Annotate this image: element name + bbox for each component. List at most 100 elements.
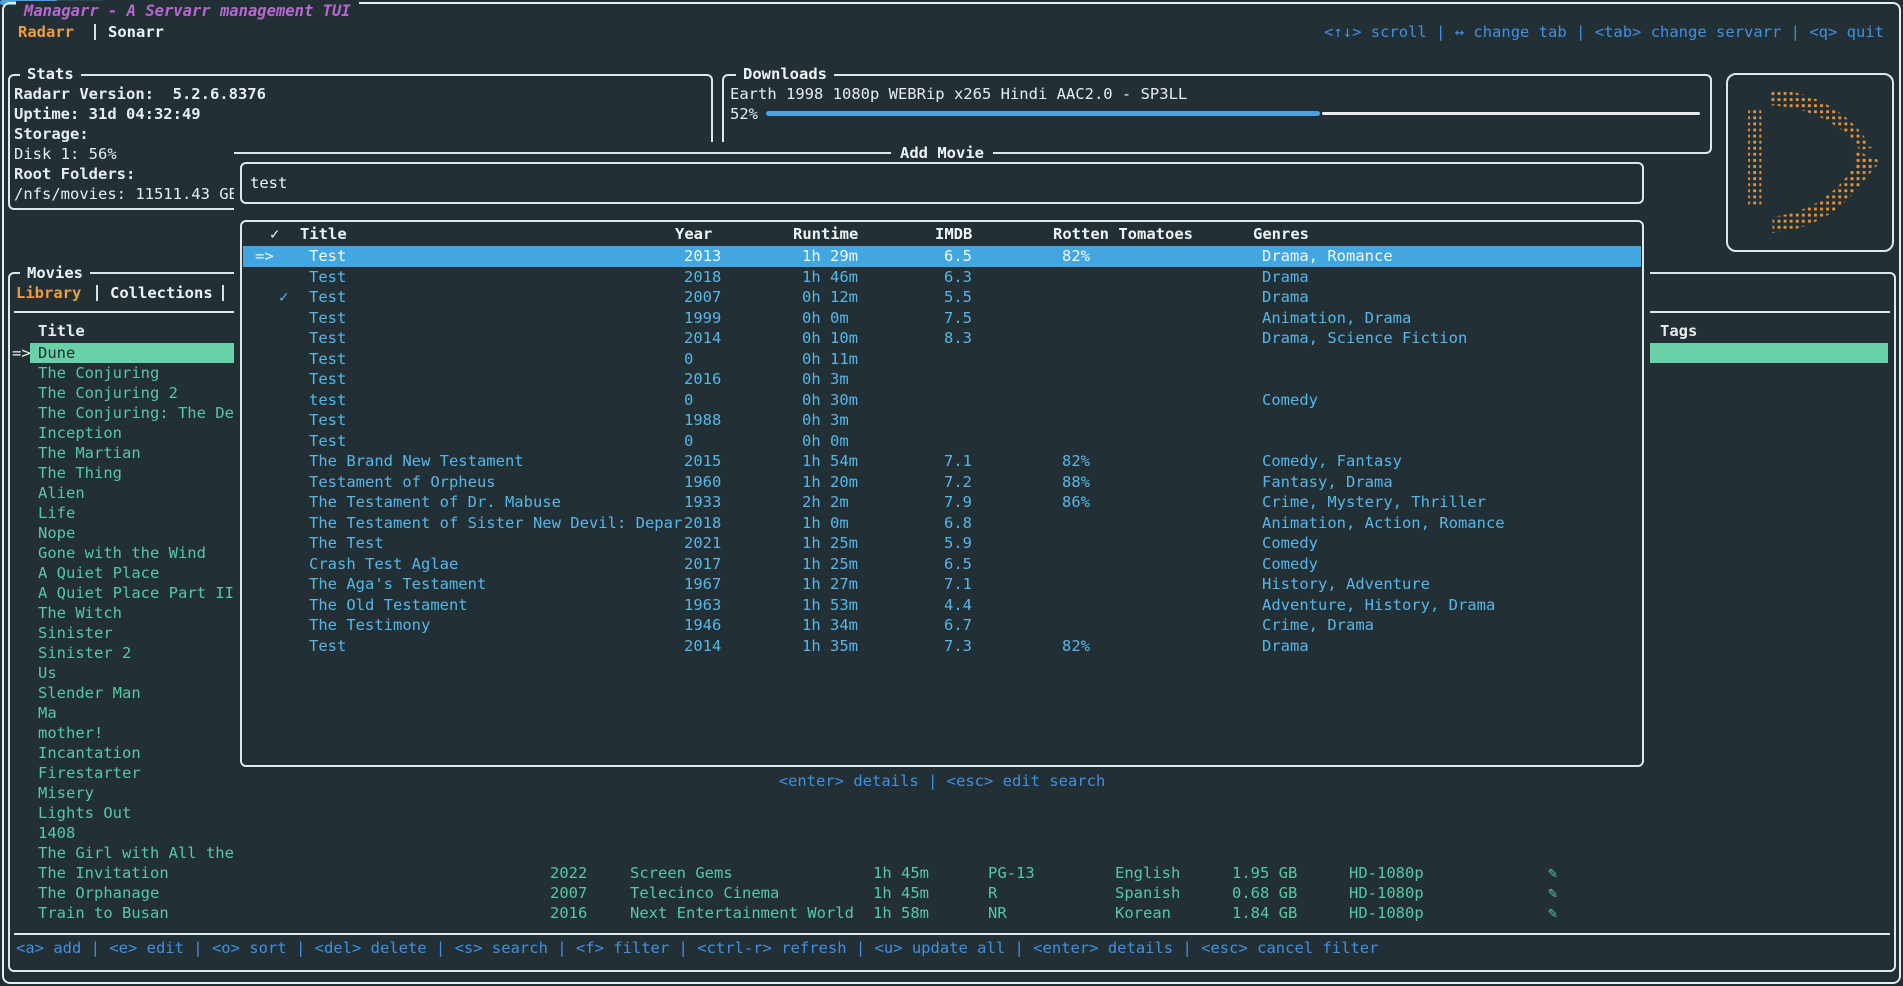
movie-title: Lights Out [38,803,131,823]
movie-title: Ma [38,703,57,723]
movie-title: The Martian [38,443,141,463]
result-row[interactable]: The Testament of Dr. Mabuse19332h 2m7.98… [243,492,1641,513]
result-row[interactable]: Test19990h 0m7.5Animation, Drama [243,308,1641,329]
movie-studio-cell: Screen Gems [630,863,733,883]
edit-pencil-icon[interactable]: ✎ [1548,903,1557,923]
result-year: 2021 [684,533,721,553]
result-year: 2014 [684,328,721,348]
tab-radarr[interactable]: Radarr [18,22,74,42]
result-genres: Comedy [1262,533,1318,553]
movie-language-cell: English [1115,863,1180,883]
result-imdb: 6.3 [944,267,972,287]
result-row[interactable]: Test20160h 3m [243,369,1641,390]
result-runtime: 1h 20m [802,472,858,492]
result-title: The Testament of Dr. Mabuse [309,492,561,512]
result-genres: Adventure, History, Drama [1262,595,1495,615]
result-row[interactable]: Test00h 0m [243,431,1641,452]
edit-pencil-icon[interactable]: ✎ [1548,863,1557,883]
movie-rating-cell: PG-13 [988,863,1035,883]
result-row[interactable]: The Test20211h 25m5.9Comedy [243,533,1641,554]
movie-title: The Girl with All the [38,843,234,863]
movie-title: The Conjuring [38,363,159,383]
movie-title: The Thing [38,463,122,483]
result-title: The Aga's Testament [309,574,486,594]
movie-language-cell: Spanish [1115,883,1180,903]
movie-title: Us [38,663,57,683]
result-title: Test [309,328,346,348]
result-row[interactable]: Test20141h 35m7.382%Drama [243,636,1641,657]
result-imdb: 6.5 [944,246,972,266]
result-title: Test [309,246,346,266]
result-rotten-tomatoes: 88% [1062,472,1090,492]
result-row[interactable]: ✓Test20070h 12m5.5Drama [243,287,1641,308]
movie-title: Alien [38,483,85,503]
result-year: 0 [684,431,693,451]
movie-title: 1408 [38,823,75,843]
movie-title: Sinister 2 [38,643,131,663]
result-row[interactable]: =>Test20131h 29m6.582%Drama, Romance [243,246,1641,267]
result-runtime: 2h 2m [802,492,849,512]
movie-runtime-cell: 1h 58m [873,903,929,923]
result-row[interactable]: Crash Test Aglae20171h 25m6.5Comedy [243,554,1641,575]
result-title: The Brand New Testament [309,451,524,471]
tab-divider [94,24,96,40]
movie-title: mother! [38,723,103,743]
result-rotten-tomatoes: 86% [1062,492,1090,512]
result-row[interactable]: Test20140h 10m8.3Drama, Science Fiction [243,328,1641,349]
result-runtime: 0h 3m [802,410,849,430]
app-title: Managarr - A Servarr management TUI [16,1,359,21]
result-row[interactable]: The Testament of Sister New Devil: Depar… [243,513,1641,534]
result-rotten-tomatoes: 82% [1062,451,1090,471]
movie-title: The Invitation [38,863,169,883]
movie-size-cell: 1.84 GB [1232,903,1297,923]
movie-title: Nope [38,523,75,543]
library-list-item[interactable]: The Orphanage [0,883,1903,903]
movie-year-cell: 2007 [550,883,587,903]
result-runtime: 1h 25m [802,533,858,553]
search-results-rows: =>Test20131h 29m6.582%Drama, RomanceTest… [234,142,1650,862]
result-year: 1988 [684,410,721,430]
movie-title: The Orphanage [38,883,159,903]
movie-language-cell: Korean [1115,903,1171,923]
result-year: 1963 [684,595,721,615]
result-year: 0 [684,349,693,369]
tab-sonarr[interactable]: Sonarr [108,22,164,42]
result-row[interactable]: The Brand New Testament20151h 54m7.182%C… [243,451,1641,472]
result-imdb: 6.7 [944,615,972,635]
result-runtime: 0h 0m [802,308,849,328]
movie-title: Sinister [38,623,113,643]
result-rotten-tomatoes: 82% [1062,636,1090,656]
result-title: The Old Testament [309,595,468,615]
result-row[interactable]: The Aga's Testament19671h 27m7.1History,… [243,574,1641,595]
edit-pencil-icon[interactable]: ✎ [1548,883,1557,903]
result-genres: Fantasy, Drama [1262,472,1393,492]
result-genres: Drama [1262,267,1309,287]
result-runtime: 0h 0m [802,431,849,451]
result-genres: Comedy, Fantasy [1262,451,1402,471]
result-row[interactable]: The Old Testament19631h 53m4.4Adventure,… [243,595,1641,616]
result-row[interactable]: Test00h 11m [243,349,1641,370]
result-year: 2007 [684,287,721,307]
movie-size-cell: 1.95 GB [1232,863,1297,883]
result-runtime: 1h 53m [802,595,858,615]
result-row[interactable]: The Testimony19461h 34m6.7Crime, Drama [243,615,1641,636]
result-title: Test [309,369,346,389]
result-row[interactable]: test00h 30mComedy [243,390,1641,411]
library-list-item[interactable]: The Invitation [0,863,1903,883]
result-title: Test [309,287,346,307]
library-list-item[interactable]: Train to Busan [0,903,1903,923]
result-row[interactable]: Test19880h 3m [243,410,1641,431]
movie-size-cell: 0.68 GB [1232,883,1297,903]
result-title: The Testament of Sister New Devil: Depar [309,513,682,533]
result-row[interactable]: Test20181h 46m6.3Drama [243,267,1641,288]
result-row[interactable]: Testament of Orpheus19601h 20m7.288%Fant… [243,472,1641,493]
result-rotten-tomatoes: 82% [1062,246,1090,266]
result-runtime: 0h 3m [802,369,849,389]
result-title: Test [309,349,346,369]
movies-help-separator [14,933,1890,935]
result-year: 0 [684,390,693,410]
movie-title: Firestarter [38,763,141,783]
result-year: 2018 [684,267,721,287]
result-year: 2013 [684,246,721,266]
result-year: 2015 [684,451,721,471]
